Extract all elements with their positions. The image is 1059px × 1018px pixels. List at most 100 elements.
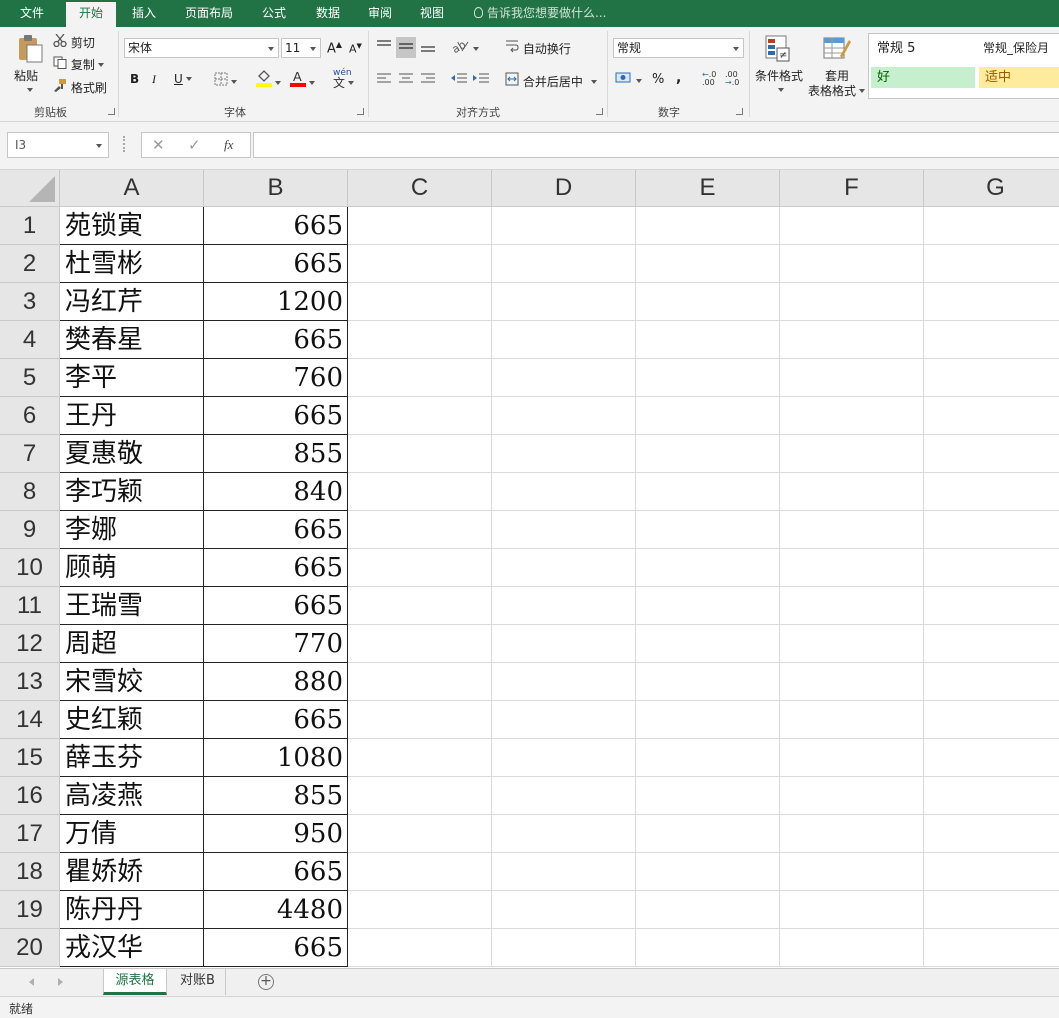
cell-empty[interactable] [780,739,924,777]
cell-amount[interactable]: 665 [204,701,348,739]
underline-button[interactable]: U [174,72,192,86]
column-header-b[interactable]: B [204,170,348,207]
cell-empty[interactable] [924,815,1059,853]
cell-name[interactable]: 李平 [60,359,204,397]
tab-formulas[interactable]: 公式 [252,0,296,27]
cell-empty[interactable] [924,777,1059,815]
cell-empty[interactable] [924,245,1059,283]
cell-empty[interactable] [636,473,780,511]
cell-empty[interactable] [492,283,636,321]
row-header[interactable]: 2 [0,245,60,283]
cell-empty[interactable] [636,891,780,929]
cell-empty[interactable] [636,815,780,853]
cell-name[interactable]: 夏惠敬 [60,435,204,473]
sheet-prev-icon[interactable] [29,978,34,986]
cell-empty[interactable] [636,853,780,891]
row-header[interactable]: 9 [0,511,60,549]
cell-name[interactable]: 薛玉芬 [60,739,204,777]
cell-empty[interactable] [924,473,1059,511]
cell-name[interactable]: 宋雪姣 [60,663,204,701]
conditional-format-dropdown[interactable] [775,83,784,97]
cell-empty[interactable] [492,245,636,283]
cell-empty[interactable] [636,625,780,663]
cell-empty[interactable] [636,321,780,359]
tell-me-search[interactable]: 告诉我您想要做什么... [474,0,606,27]
cell-empty[interactable] [348,283,492,321]
cell-empty[interactable] [636,511,780,549]
column-header-e[interactable]: E [636,170,780,207]
column-header-a[interactable]: A [60,170,204,207]
font-color-button[interactable]: A [290,69,315,90]
cell-empty[interactable] [780,283,924,321]
increase-indent-button[interactable] [472,72,490,89]
copy-button[interactable]: 复制 [53,56,104,73]
align-top-button[interactable] [376,39,392,56]
cell-empty[interactable] [492,701,636,739]
cell-empty[interactable] [492,853,636,891]
row-header[interactable]: 7 [0,435,60,473]
cell-empty[interactable] [348,549,492,587]
tab-insert[interactable]: 插入 [122,0,166,27]
font-name-select[interactable]: 宋体 [124,38,279,58]
cell-name[interactable]: 陈丹丹 [60,891,204,929]
cell-amount[interactable]: 855 [204,777,348,815]
cell-empty[interactable] [924,663,1059,701]
cell-empty[interactable] [492,625,636,663]
cell-empty[interactable] [780,321,924,359]
cell-empty[interactable] [924,435,1059,473]
cell-empty[interactable] [492,663,636,701]
cell-empty[interactable] [492,891,636,929]
cell-empty[interactable] [492,587,636,625]
cell-amount[interactable]: 770 [204,625,348,663]
cell-amount[interactable]: 665 [204,511,348,549]
cell-empty[interactable] [492,435,636,473]
cell-empty[interactable] [492,929,636,967]
cancel-icon[interactable]: ✕ [152,136,165,154]
tab-data[interactable]: 数据 [306,0,350,27]
align-right-button[interactable] [420,72,436,89]
cell-name[interactable]: 戎汉华 [60,929,204,967]
row-header[interactable]: 13 [0,663,60,701]
cell-empty[interactable] [780,435,924,473]
sheet-tab-source[interactable]: 源表格 [103,969,167,995]
cell-empty[interactable] [636,739,780,777]
cell-empty[interactable] [636,397,780,435]
number-format-select[interactable]: 常规 [613,38,744,58]
column-header-c[interactable]: C [348,170,492,207]
table-format-icon[interactable] [822,34,852,64]
cell-empty[interactable] [924,283,1059,321]
cell-empty[interactable] [348,321,492,359]
cell-empty[interactable] [780,777,924,815]
sheet-next-icon[interactable] [58,978,63,986]
cell-amount[interactable]: 665 [204,853,348,891]
cell-empty[interactable] [636,359,780,397]
cell-name[interactable]: 李巧颖 [60,473,204,511]
align-center-button[interactable] [398,72,414,89]
cell-empty[interactable] [924,321,1059,359]
row-header[interactable]: 15 [0,739,60,777]
cell-empty[interactable] [348,625,492,663]
cell-empty[interactable] [348,701,492,739]
orientation-button[interactable]: ab [450,38,479,56]
style-neutral[interactable]: 适中 [979,67,1059,88]
add-sheet-icon[interactable]: + [258,974,274,990]
number-launcher-icon[interactable] [736,108,743,115]
row-header[interactable]: 18 [0,853,60,891]
cell-empty[interactable] [492,511,636,549]
cell-empty[interactable] [924,511,1059,549]
cell-empty[interactable] [492,549,636,587]
cell-empty[interactable] [348,815,492,853]
cell-amount[interactable]: 665 [204,245,348,283]
tab-file[interactable]: 文件 [6,0,58,27]
cell-empty[interactable] [348,777,492,815]
cell-empty[interactable] [780,891,924,929]
cell-amount[interactable]: 840 [204,473,348,511]
cell-empty[interactable] [780,549,924,587]
cell-empty[interactable] [780,473,924,511]
cell-empty[interactable] [348,435,492,473]
cell-empty[interactable] [348,929,492,967]
cell-empty[interactable] [780,587,924,625]
sheet-tab-reconcile[interactable]: 对账B [170,969,226,995]
bold-button[interactable]: B [130,72,139,86]
select-all-corner[interactable] [0,170,60,207]
